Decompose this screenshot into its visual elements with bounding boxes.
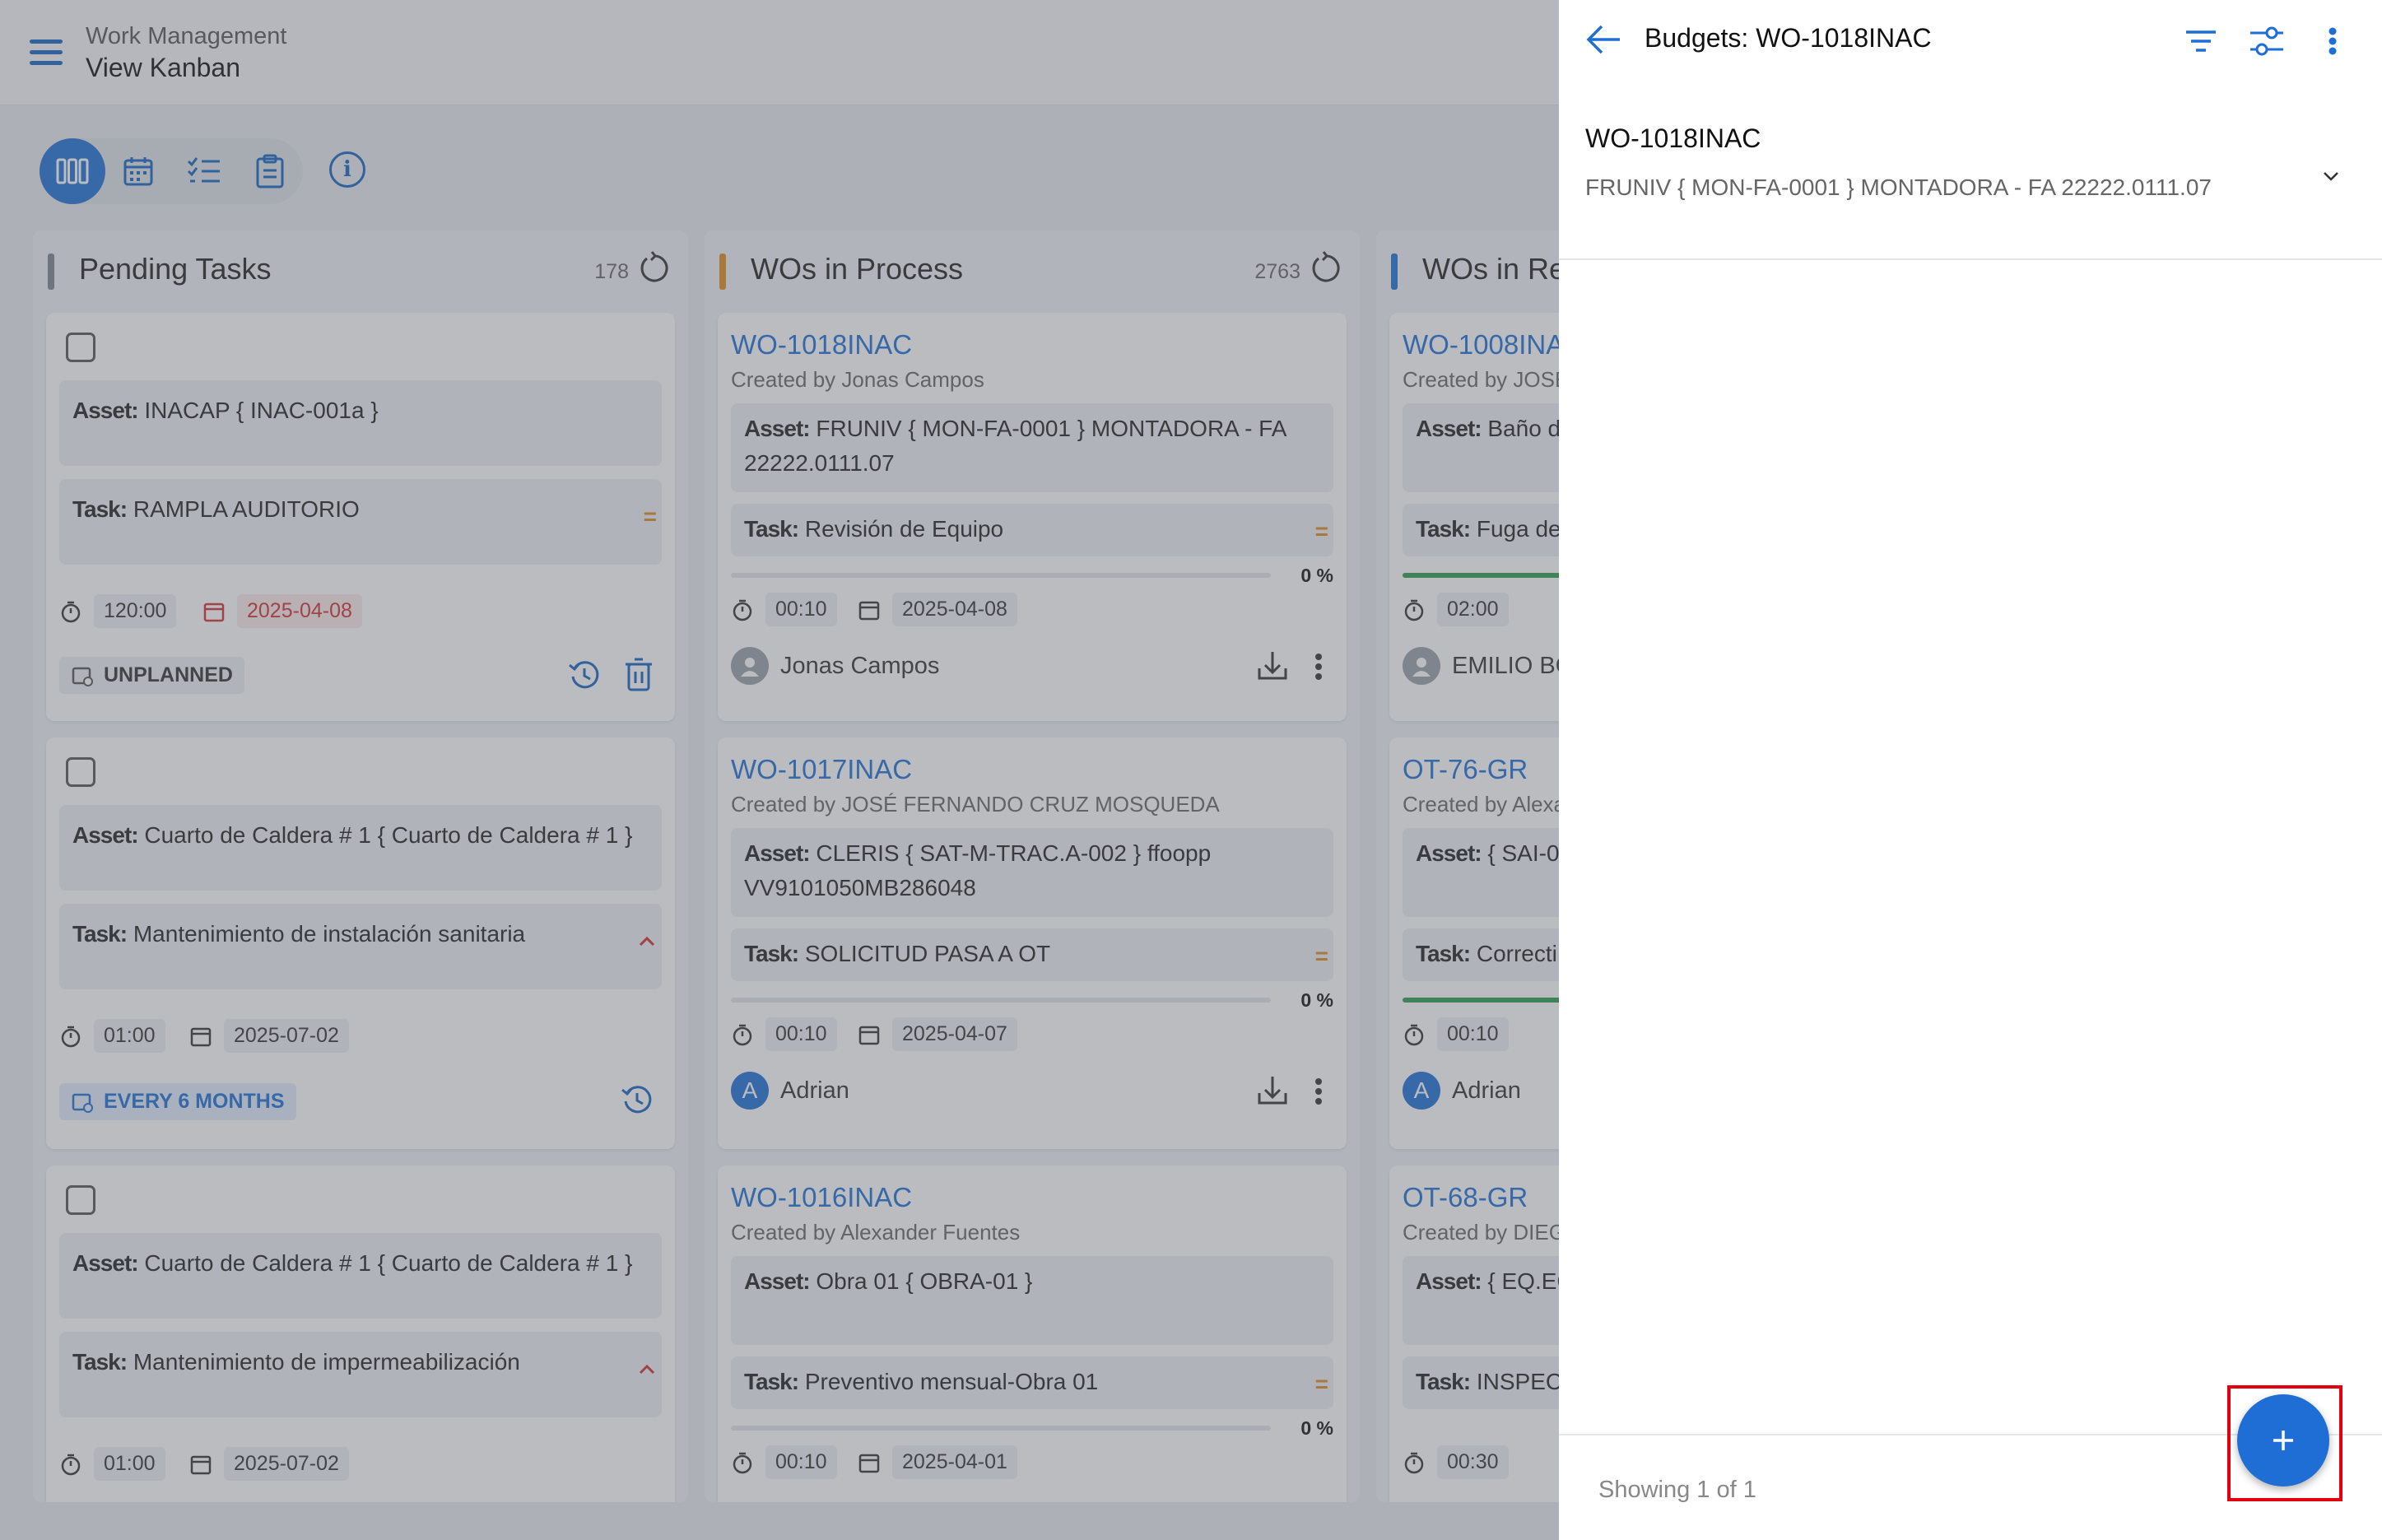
budgets-panel: Budgets: WO-1018INAC WO-1018INAC FRUNIV … bbox=[1559, 0, 2382, 1540]
highlight-box bbox=[2227, 1385, 2342, 1501]
record-subtitle: FRUNIV { MON-FA-0001 } MONTADORA - FA 22… bbox=[1585, 174, 2212, 200]
record-title: WO-1018INAC bbox=[1585, 123, 1761, 153]
more-options-icon[interactable] bbox=[2321, 21, 2344, 61]
budget-record-item[interactable]: WO-1018INAC FRUNIV { MON-FA-0001 } MONTA… bbox=[1559, 99, 2382, 260]
filter-icon[interactable] bbox=[2181, 21, 2221, 61]
back-arrow-icon[interactable] bbox=[1585, 23, 1623, 56]
panel-header: Budgets: WO-1018INAC bbox=[1559, 0, 2382, 82]
chevron-down-icon[interactable] bbox=[2319, 165, 2342, 188]
settings-sliders-icon[interactable] bbox=[2247, 21, 2287, 61]
pagination-status: Showing 1 of 1 bbox=[1598, 1477, 1756, 1503]
modal-backdrop[interactable] bbox=[0, 0, 1559, 1540]
panel-title: Budgets: WO-1018INAC bbox=[1645, 23, 1932, 53]
